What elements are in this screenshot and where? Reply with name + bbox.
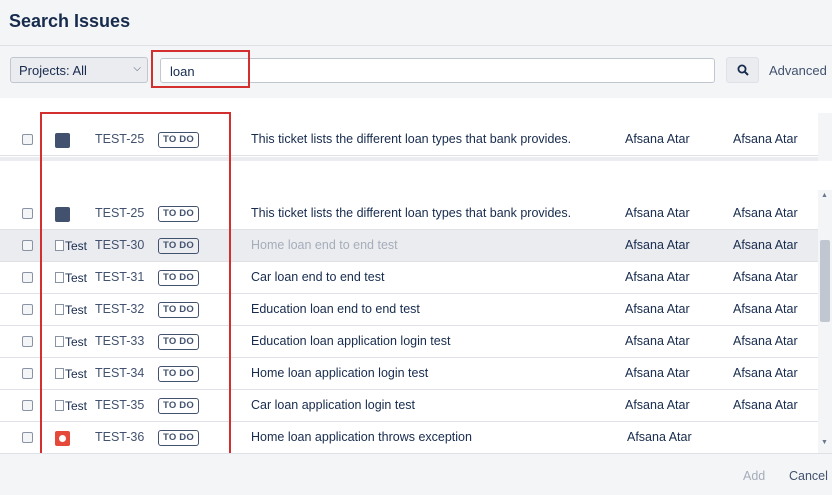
issue-reporter: Afsana Atar xyxy=(733,270,798,284)
issue-assignee: Afsana Atar xyxy=(625,302,690,316)
row-checkbox[interactable] xyxy=(22,208,33,219)
issue-summary: Education loan end to end test xyxy=(251,302,420,316)
issue-summary: Home loan application throws exception xyxy=(251,430,472,444)
row-checkbox[interactable] xyxy=(22,134,33,145)
cancel-button[interactable]: Cancel xyxy=(789,469,828,483)
keys-highlight-box xyxy=(40,112,231,457)
issue-summary: Home loan end to end test xyxy=(251,238,398,252)
projects-select-label: Projects: All xyxy=(19,63,87,78)
issue-assignee: Afsana Atar xyxy=(625,366,690,380)
issue-assignee: Afsana Atar xyxy=(625,238,690,252)
issue-reporter: Afsana Atar xyxy=(733,206,798,220)
issue-reporter: Afsana Atar xyxy=(733,334,798,348)
issue-assignee: Afsana Atar xyxy=(625,206,690,220)
row-checkbox[interactable] xyxy=(22,240,33,251)
issue-summary: Car loan application login test xyxy=(251,398,415,412)
dialog-footer: Add Cancel xyxy=(0,453,832,495)
scrollbar-top[interactable] xyxy=(818,113,832,161)
issue-reporter: Afsana Atar xyxy=(733,398,798,412)
scrollbar-thumb[interactable] xyxy=(820,240,830,322)
issue-assignee: Afsana Atar xyxy=(627,430,692,444)
issue-reporter: Afsana Atar xyxy=(733,366,798,380)
row-checkbox[interactable] xyxy=(22,432,33,443)
issue-summary: Education loan application login test xyxy=(251,334,451,348)
dialog-header: Search Issues xyxy=(0,0,832,46)
issue-assignee: Afsana Atar xyxy=(625,132,690,146)
issue-reporter: Afsana Atar xyxy=(733,132,798,146)
scroll-down-icon[interactable]: ▼ xyxy=(821,439,828,446)
issue-summary: Car loan end to end test xyxy=(251,270,385,284)
row-checkbox[interactable] xyxy=(22,304,33,315)
row-checkbox[interactable] xyxy=(22,336,33,347)
issue-reporter: Afsana Atar xyxy=(733,302,798,316)
chevron-down-icon: ⌵ xyxy=(133,63,141,74)
search-icon xyxy=(737,64,749,76)
add-button[interactable]: Add xyxy=(743,469,765,483)
dialog-title: Search Issues xyxy=(9,11,131,31)
issue-reporter: Afsana Atar xyxy=(733,238,798,252)
issue-summary: Home loan application login test xyxy=(251,366,429,380)
advanced-link[interactable]: Advanced xyxy=(769,63,827,78)
row-checkbox[interactable] xyxy=(22,400,33,411)
issue-assignee: Afsana Atar xyxy=(625,334,690,348)
projects-select[interactable]: Projects: All ⌵ xyxy=(10,57,148,83)
search-button[interactable] xyxy=(726,57,759,83)
issue-summary: This ticket lists the different loan typ… xyxy=(251,206,572,220)
search-toolbar: Projects: All ⌵ loan Advanced xyxy=(0,46,832,98)
scroll-up-icon[interactable]: ▲ xyxy=(821,192,828,199)
search-highlight-box xyxy=(151,50,250,88)
issue-assignee: Afsana Atar xyxy=(625,398,690,412)
issue-assignee: Afsana Atar xyxy=(625,270,690,284)
row-checkbox[interactable] xyxy=(22,272,33,283)
row-checkbox[interactable] xyxy=(22,368,33,379)
issue-summary: This ticket lists the different loan typ… xyxy=(251,132,572,146)
